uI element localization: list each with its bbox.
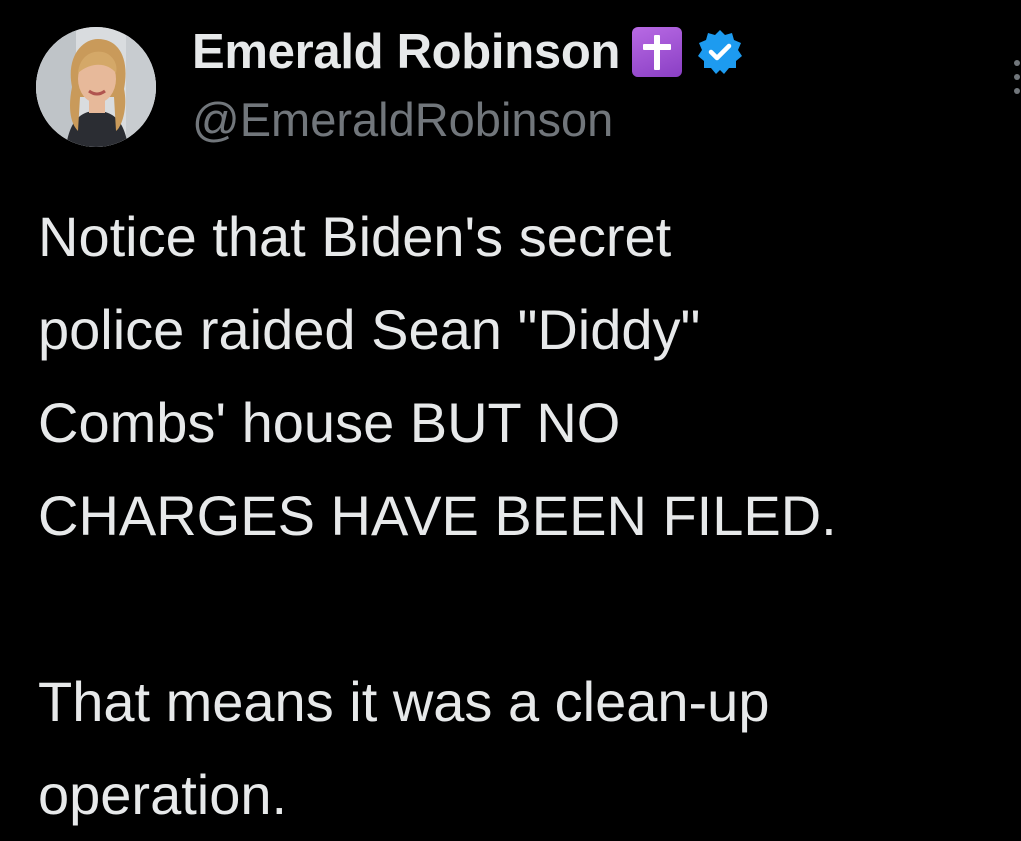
- tweet-text-line: operation.: [38, 763, 288, 826]
- tweet-text: Notice that Biden's secret police raided…: [38, 190, 998, 841]
- tweet-text-line: Combs' house BUT NO: [38, 391, 621, 454]
- tweet-text-line: police raided Sean "Diddy": [38, 298, 701, 361]
- more-options-icon[interactable]: [1012, 60, 1021, 100]
- tweet-card: Emerald Robinson @EmeraldRobinson Notice…: [0, 0, 1021, 840]
- tweet-text-line: That means it was a clean-up: [38, 670, 770, 733]
- author-name-row: Emerald Robinson: [192, 20, 744, 84]
- verified-badge-icon[interactable]: [696, 28, 744, 76]
- tweet-text-line: Notice that Biden's secret: [38, 205, 672, 268]
- tweet-text-line: CHARGES HAVE BEEN FILED.: [38, 484, 837, 547]
- latin-cross-icon: [632, 27, 683, 77]
- avatar[interactable]: [36, 27, 156, 147]
- author-handle[interactable]: @EmeraldRobinson: [192, 92, 613, 147]
- author-display-name[interactable]: Emerald Robinson: [192, 24, 620, 80]
